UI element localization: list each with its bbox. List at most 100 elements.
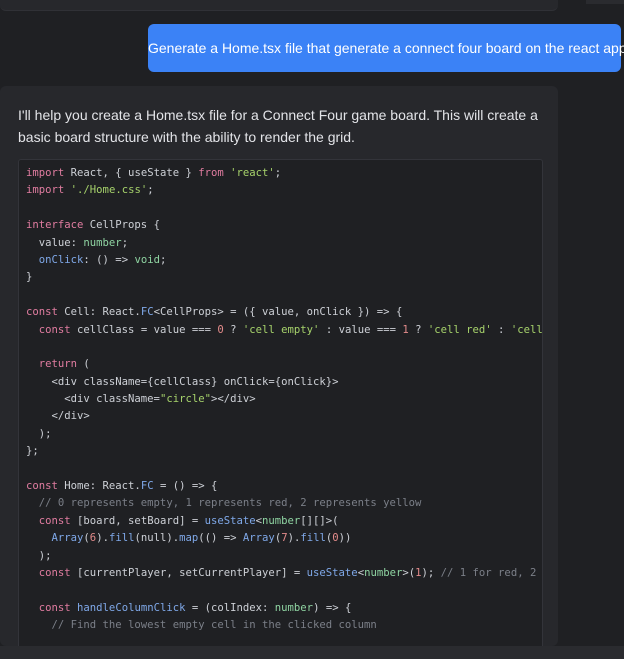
code-token: }: [26, 271, 33, 284]
code-block: import React, { useState } from 'react';…: [18, 159, 543, 646]
code-token: );: [421, 566, 441, 579]
code-token: (: [77, 358, 90, 371]
code-token: const: [38, 601, 71, 614]
code-line: Array(6).fill(null).map(() => Array(7).f…: [26, 530, 542, 547]
code-token: FC: [140, 306, 154, 319]
code-token: FC: [140, 480, 154, 493]
user-message-text: Generate a Home.tsx file that generate a…: [148, 40, 624, 56]
code-content: import React, { useState } from 'react';…: [26, 165, 543, 635]
code-token: (() =>: [198, 532, 243, 545]
chat-input-edge: [0, 646, 624, 659]
code-line: // Find the lowest empty cell in the cli…: [26, 617, 542, 634]
code-token: 'cell empty': [242, 323, 320, 336]
code-token: // 1 for red, 2: [440, 566, 537, 579]
code-token: ).: [287, 532, 301, 545]
code-token: number: [83, 236, 122, 249]
code-token: ?: [408, 323, 428, 336]
code-token: ;: [121, 236, 129, 249]
code-line: const Home: React.FC = () => {: [26, 478, 542, 495]
code-token: interface: [26, 219, 84, 232]
code-token: Home: React.: [57, 480, 141, 493]
code-token: return: [38, 358, 78, 371]
code-token: React, { useState }: [64, 167, 199, 179]
code-token: './Home.css': [70, 184, 148, 197]
code-line: import React, { useState } from 'react';: [26, 165, 542, 182]
code-token: const: [38, 514, 71, 527]
code-token: value:: [26, 236, 84, 249]
code-token: useState: [204, 514, 256, 527]
code-line: );: [26, 426, 542, 443]
code-token: fill: [108, 532, 135, 545]
user-message-bubble: Generate a Home.tsx file that generate a…: [148, 24, 624, 72]
code-token: handleColumnClick: [77, 601, 186, 614]
code-token: cellClass = value ===: [70, 323, 218, 336]
code-token: );: [26, 427, 52, 440]
code-line: const [currentPlayer, setCurrentPlayer] …: [26, 565, 542, 582]
code-token: </div>: [26, 410, 90, 423]
code-token: (null).: [134, 532, 180, 545]
previous-message-card: [0, 0, 558, 11]
assistant-message-text: I'll help you create a Home.tsx file for…: [18, 107, 538, 145]
code-token: map: [179, 532, 199, 545]
code-token: Array: [242, 532, 275, 545]
code-token: ?: [223, 323, 243, 336]
code-token: <div className={cellClass} onClick={onCl…: [26, 375, 339, 388]
code-token: useState: [306, 566, 358, 579]
code-token: ;: [274, 167, 282, 179]
code-token: : () =>: [83, 253, 135, 266]
code-token: // Find the lowest empty cell in the cli…: [26, 619, 377, 632]
code-line: return (: [26, 356, 542, 373]
code-token: "circle": [159, 393, 211, 406]
code-token: import: [26, 167, 65, 179]
code-token: = () => {: [153, 480, 218, 493]
code-line: const [board, setBoard] = useState<numbe…: [26, 513, 542, 530]
code-token: onClick: [38, 253, 84, 266]
code-token: );: [26, 549, 52, 562]
code-token: const: [38, 566, 71, 579]
code-token: Cell: React.: [57, 306, 141, 319]
code-line: <div className="circle"></div>: [26, 391, 542, 408]
code-token: number: [364, 566, 403, 579]
code-line: const Cell: React.FC<CellProps> = ({ val…: [26, 304, 542, 321]
code-line: import './Home.css';: [26, 182, 542, 199]
code-token: CellProps {: [83, 219, 160, 232]
code-line: <div className={cellClass} onClick={onCl…: [26, 374, 542, 391]
code-token: >(: [402, 566, 416, 579]
code-token: [currentPlayer, setCurrentPlayer] =: [70, 566, 307, 579]
code-token: ).: [96, 532, 109, 545]
code-token: 'cell: [510, 323, 543, 336]
code-line: // 0 represents empty, 1 represents red,…: [26, 495, 542, 512]
code-token: ;: [147, 184, 154, 197]
code-token: = (colIndex:: [185, 601, 275, 614]
code-token: : value ===: [319, 323, 403, 336]
code-token: const: [26, 306, 58, 319]
code-token: ></div>: [210, 393, 256, 406]
code-token: number: [262, 514, 301, 527]
code-token: 'cell red': [427, 323, 492, 336]
code-token: [board, setBoard] =: [70, 514, 205, 527]
code-line: </div>: [26, 408, 542, 425]
code-line: };: [26, 443, 542, 460]
code-line: value: number;: [26, 235, 542, 252]
code-line: }: [26, 269, 542, 286]
code-token: number: [274, 601, 314, 614]
code-line: onClick: () => void;: [26, 252, 542, 269]
code-line: interface CellProps {: [26, 217, 542, 234]
code-token: )): [338, 532, 352, 545]
code-token: [][]>(: [300, 514, 339, 527]
code-token: Array: [51, 532, 84, 545]
code-token: from: [198, 167, 224, 179]
code-token: void: [134, 253, 160, 266]
code-token: import: [26, 184, 65, 197]
code-token: fill: [300, 532, 326, 545]
code-token: // 0 represents empty, 1 represents red,…: [26, 497, 422, 510]
code-token: <div className=: [26, 393, 160, 406]
